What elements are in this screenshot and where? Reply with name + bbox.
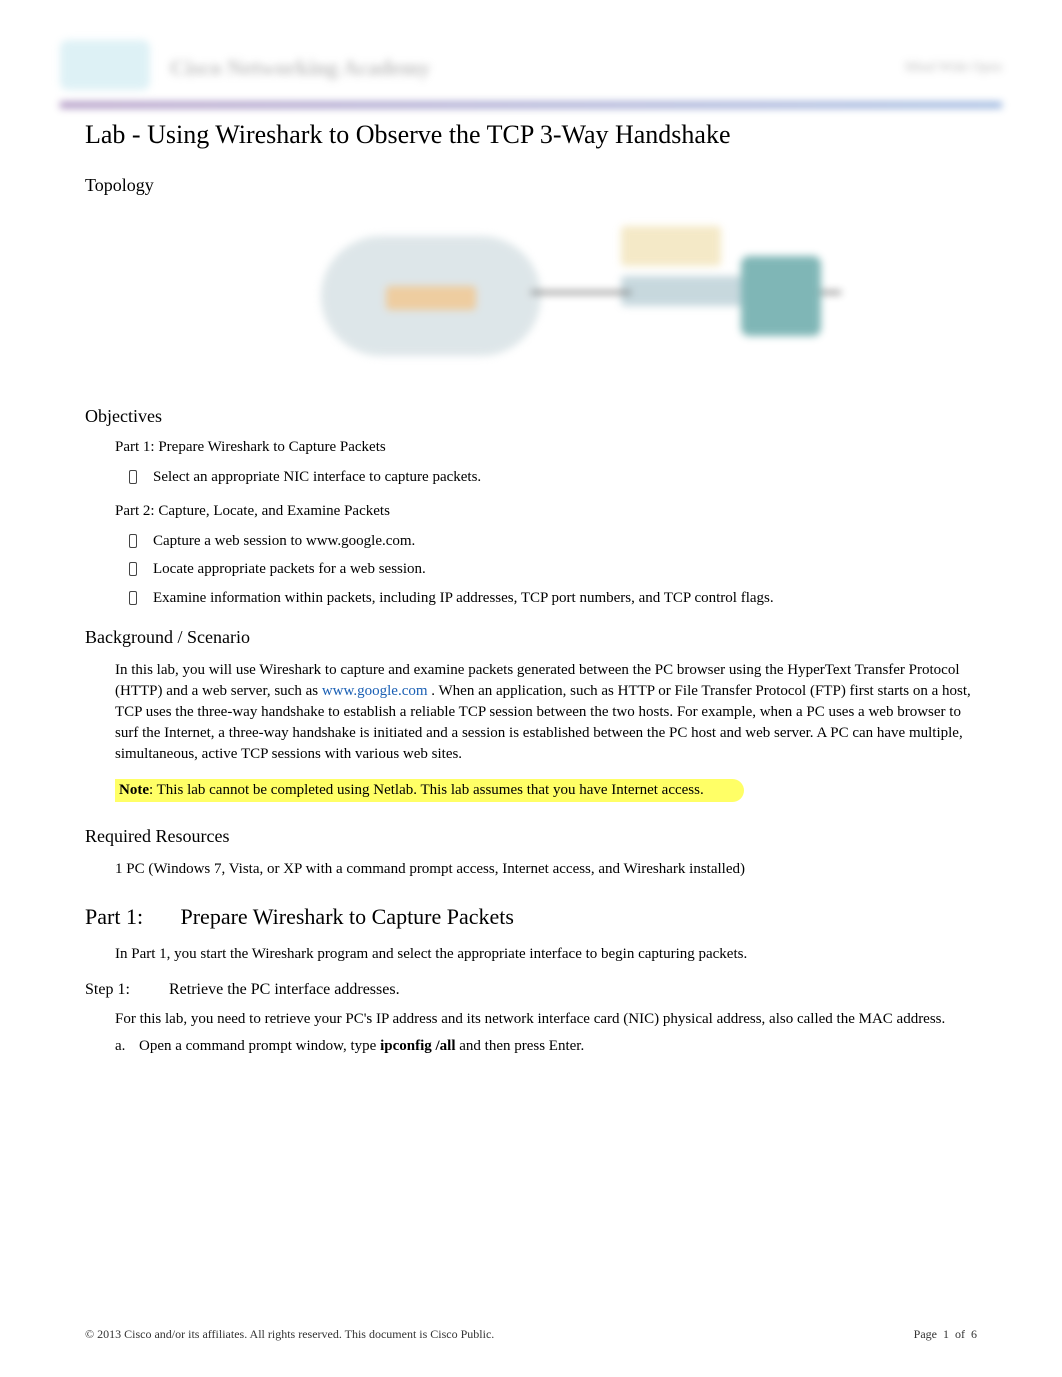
objectives-part1-title: Part 1: Prepare Wireshark to Capture Pac… xyxy=(115,439,972,456)
page-current: 1 xyxy=(943,1327,949,1341)
resources-item: 1 PC (Windows 7, Vista, or XP with a com… xyxy=(115,859,972,880)
text: and then press Enter. xyxy=(459,1038,584,1054)
step1-heading: Step 1: Retrieve the PC interface addres… xyxy=(85,981,1002,999)
step-title: Retrieve the PC interface addresses. xyxy=(169,981,400,998)
page-of: of xyxy=(955,1327,965,1341)
connection-line-icon xyxy=(531,291,631,294)
note-highlight: Note: This lab cannot be completed using… xyxy=(115,779,744,802)
cisco-logo xyxy=(60,40,150,90)
part-number: Part 1: xyxy=(85,904,175,930)
resources-heading: Required Resources xyxy=(85,826,1002,847)
objectives-heading: Objectives xyxy=(85,406,1002,427)
page-footer: © 2013 Cisco and/or its affiliates. All … xyxy=(85,1327,977,1342)
switch-label-icon xyxy=(621,226,721,266)
objectives-part1-list: Select an appropriate NIC interface to c… xyxy=(125,466,972,489)
part1-intro: In Part 1, you start the Wireshark progr… xyxy=(115,944,972,965)
banner-tagline: Mind Wide Open xyxy=(905,60,1002,76)
part1-heading: Part 1: Prepare Wireshark to Capture Pac… xyxy=(85,904,1002,930)
internet-label-icon xyxy=(386,286,476,310)
page-label: Page xyxy=(914,1327,937,1341)
list-item: Examine information within packets, incl… xyxy=(125,587,972,610)
step1-intro: For this lab, you need to retrieve your … xyxy=(115,1009,972,1030)
step-number: Step 1: xyxy=(85,981,165,999)
list-item: Locate appropriate packets for a web ses… xyxy=(125,558,972,581)
part-title: Prepare Wireshark to Capture Packets xyxy=(181,904,514,929)
background-paragraph: In this lab, you will use Wireshark to c… xyxy=(115,660,972,765)
topology-heading: Topology xyxy=(85,175,1002,196)
item-letter: a. xyxy=(115,1038,125,1055)
list-item: Capture a web session to www.google.com. xyxy=(125,530,972,553)
step1-item-a: a. Open a command prompt window, type ip… xyxy=(115,1038,972,1055)
page-total: 6 xyxy=(971,1327,977,1341)
note-text: : This lab cannot be completed using Net… xyxy=(149,782,704,798)
copyright-text: © 2013 Cisco and/or its affiliates. All … xyxy=(85,1327,494,1342)
page-indicator: Page 1 of 6 xyxy=(914,1327,977,1342)
objectives-part2-list: Capture a web session to www.google.com.… xyxy=(125,530,972,610)
banner-divider xyxy=(60,102,1002,108)
topology-diagram xyxy=(221,216,841,386)
note-label: Note xyxy=(119,782,149,798)
objectives-part2-title: Part 2: Capture, Locate, and Examine Pac… xyxy=(115,503,972,520)
banner-title: Cisco Networking Academy xyxy=(170,55,430,81)
pc-device-icon xyxy=(741,256,821,336)
header-banner: Cisco Networking Academy Mind Wide Open xyxy=(60,40,1002,100)
command-text: ipconfig /all xyxy=(380,1038,455,1054)
background-heading: Background / Scenario xyxy=(85,627,1002,648)
document-title: Lab - Using Wireshark to Observe the TCP… xyxy=(85,120,1002,150)
list-item: Select an appropriate NIC interface to c… xyxy=(125,466,972,489)
switch-device-icon xyxy=(621,276,751,306)
google-link[interactable]: www.google.com xyxy=(322,683,428,699)
text: Open a command prompt window, type xyxy=(139,1038,380,1054)
